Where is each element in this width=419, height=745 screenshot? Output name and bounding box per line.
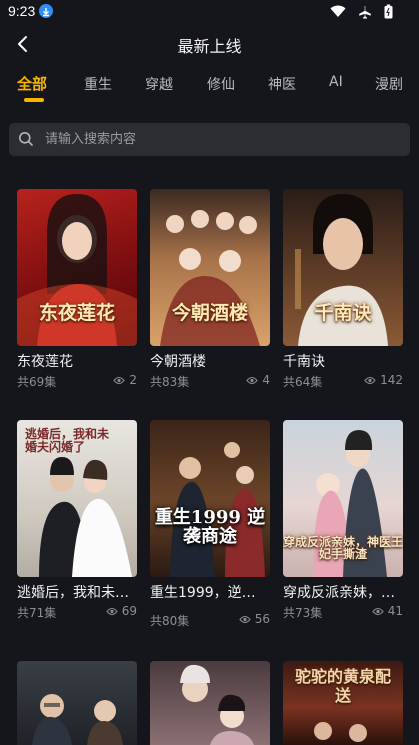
page-title: 最新上线 [177, 37, 242, 56]
episode-count: 共83集 [150, 375, 190, 389]
battery-icon [384, 4, 393, 19]
tab-all[interactable]: 全部 [17, 73, 47, 94]
episode-count: 共64集 [283, 375, 323, 389]
drama-poster[interactable]: 逃婚后，我和未婚夫闪婚了 [17, 420, 137, 577]
search-icon [19, 132, 33, 146]
drama-poster[interactable]: 千南诀 [283, 189, 403, 346]
search-bar[interactable] [9, 123, 410, 156]
download-icon [39, 4, 53, 18]
poster-title: 千南诀 [314, 302, 372, 325]
drama-title: 今朝酒楼 [150, 354, 206, 370]
drama-poster[interactable] [17, 661, 137, 745]
episode-count: 共69集 [17, 375, 57, 389]
view-count: 4 [246, 373, 270, 387]
drama-title: 东夜莲花 [17, 354, 73, 370]
drama-title: 逃婚后，我和未… [17, 585, 129, 601]
poster-title: 逃婚后，我和未婚夫闪婚了 [25, 427, 110, 454]
category-tabs: 全部 重生 穿越 修仙 神医 AI 漫剧 [0, 70, 419, 106]
drama-poster[interactable]: 重生1999 逆袭商途 [150, 420, 270, 577]
drama-poster[interactable] [150, 661, 270, 745]
poster-title: 今朝酒楼 [171, 302, 248, 325]
episode-count: 共80集 [150, 614, 190, 628]
view-count-value: 142 [380, 373, 403, 387]
tab-ai[interactable]: AI [329, 74, 343, 90]
poster-title: 穿成反派亲妹，神医王妃手撕渣 [283, 534, 403, 562]
tab-rebirth[interactable]: 重生 [84, 74, 112, 94]
view-count: 2 [113, 373, 137, 387]
drama-title: 千南诀 [283, 354, 325, 370]
tab-indicator [24, 98, 44, 102]
status-time: 9:23 [8, 3, 36, 19]
view-count-value: 41 [387, 604, 403, 618]
status-bar: 9:23 [0, 0, 419, 26]
view-count: 41 [372, 604, 403, 618]
drama-poster[interactable]: 驼驼的黄泉配送 [283, 661, 403, 745]
drama-title: 穿成反派亲妹，… [283, 585, 395, 601]
drama-poster[interactable]: 穿成反派亲妹，神医王妃手撕渣 [283, 420, 403, 577]
eye-icon [113, 376, 126, 384]
view-count-value: 56 [254, 612, 270, 626]
eye-icon [246, 376, 259, 384]
search-input[interactable] [45, 123, 395, 156]
status-icons [330, 4, 393, 19]
eye-icon [106, 607, 118, 615]
view-count: 69 [106, 604, 137, 618]
poster-title: 东夜莲花 [38, 302, 115, 325]
episode-count: 共73集 [283, 606, 323, 620]
drama-poster[interactable]: 今朝酒楼 [150, 189, 270, 346]
airplane-icon [359, 5, 371, 19]
view-count-value: 2 [129, 373, 137, 387]
drama-poster[interactable]: 东夜莲花 [17, 189, 137, 346]
wifi-icon [330, 5, 346, 17]
tab-comic-drama[interactable]: 漫剧 [375, 74, 403, 94]
eye-icon [364, 376, 376, 384]
view-count-value: 4 [262, 373, 270, 387]
poster-title: 重生1999 逆袭商途 [154, 507, 266, 548]
header-bar: 最新上线 [0, 26, 419, 62]
view-count: 56 [239, 612, 270, 626]
episode-count: 共71集 [17, 606, 57, 620]
tab-divine-doctor[interactable]: 神医 [268, 74, 296, 94]
eye-icon [372, 607, 384, 615]
tab-cultivation[interactable]: 修仙 [207, 74, 235, 94]
view-count-value: 69 [121, 604, 137, 618]
tab-time-travel[interactable]: 穿越 [145, 74, 173, 94]
view-count: 142 [364, 373, 403, 387]
drama-title: 重生1999，逆… [150, 585, 256, 601]
eye-icon [239, 615, 251, 623]
poster-title: 驼驼的黄泉配送 [294, 667, 391, 706]
